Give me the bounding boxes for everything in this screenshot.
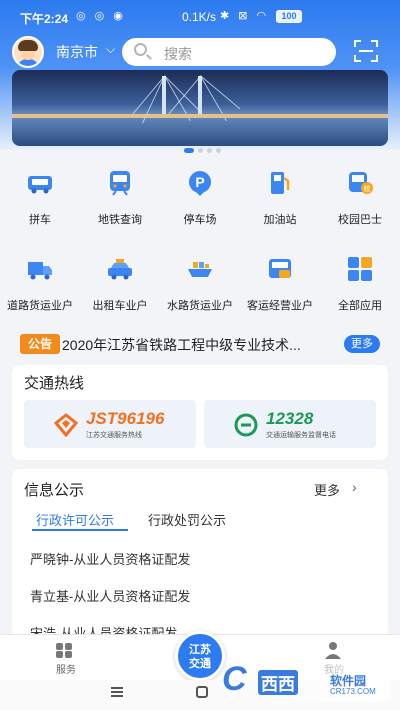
watermark-brand: 西西 xyxy=(258,670,298,695)
notice-more-button[interactable]: 更多 xyxy=(344,335,380,353)
service-label: 全部应用 xyxy=(338,300,382,312)
hotline-number: 12328 xyxy=(266,409,314,428)
parking-icon: P xyxy=(189,171,211,196)
carousel-indicator xyxy=(184,148,224,154)
search-input[interactable]: 搜索 xyxy=(122,38,336,66)
service-label: 道路货运业户 xyxy=(7,300,73,312)
service-label: 水路货运业户 xyxy=(167,300,233,312)
tab-admin-penalty[interactable]: 行政处罚公示 xyxy=(148,510,226,529)
status-time: 下午2:24 xyxy=(20,12,69,26)
service-all-apps[interactable]: 全部应用 xyxy=(320,246,400,316)
truck-icon xyxy=(28,262,52,280)
traffic-hotline-title: 交通热线 xyxy=(24,375,85,392)
status-bar: 下午2:24 ◎ ◎ ◉ 0.1K/s ✱ ⊠ ◠ 100 xyxy=(0,0,400,34)
svg-text:P: P xyxy=(195,174,204,190)
notice-tag: 公告 xyxy=(20,334,60,354)
city-selector[interactable]: 南京市 xyxy=(56,42,98,62)
cargo-ship-icon xyxy=(188,262,212,277)
all-apps-icon xyxy=(348,257,372,281)
notification-icons: ◎ ◎ ◉ xyxy=(76,10,126,22)
hotline-number: JST96196 xyxy=(86,409,165,428)
car-icon xyxy=(28,176,52,194)
service-label: 拼车 xyxy=(29,214,51,226)
gas-station-icon xyxy=(271,172,290,194)
tab-admin-license[interactable]: 行政许可公示 xyxy=(36,510,114,529)
hotline-jst96196[interactable]: JST96196 江苏交通服务热线 xyxy=(24,400,196,448)
transport-supervision-logo-icon xyxy=(234,413,258,437)
service-label: 校园巴士 xyxy=(338,214,382,226)
taxi-icon xyxy=(108,259,132,280)
hotline-subtitle: 江苏交通服务热线 xyxy=(86,432,142,439)
hotline-subtitle: 交通运输服务监督电话 xyxy=(266,432,336,439)
notice-text[interactable]: 2020年江苏省铁路工程中级专业技术... xyxy=(62,335,301,355)
service-taxi[interactable]: 出租车业户 xyxy=(80,246,160,316)
list-item[interactable]: 青立基-从业人员资格证配发 xyxy=(30,586,190,605)
services-grid-icon[interactable] xyxy=(56,643,74,659)
avatar[interactable] xyxy=(12,36,44,68)
service-gas-station[interactable]: 加油站 xyxy=(240,160,320,230)
info-disclosure-card: 信息公示 更多 › 行政许可公示 行政处罚公示 严晓钟-从业人员资格证配发 青立… xyxy=(12,469,388,641)
service-carpool[interactable]: 拼车 xyxy=(0,160,80,230)
user-icon[interactable] xyxy=(324,641,342,659)
battery-icon: 100 xyxy=(276,10,302,23)
banner-carousel[interactable] xyxy=(12,70,388,146)
signal-wifi-icons: ✱ ⊠ ◠ xyxy=(220,10,270,22)
watermark-site: CR173.COM xyxy=(330,687,376,696)
service-label: 客运经营业户 xyxy=(247,300,313,312)
metro-icon xyxy=(110,171,130,196)
active-tab-underline xyxy=(32,529,128,531)
service-water-freight[interactable]: 水路货运业户 xyxy=(160,246,240,316)
scan-icon[interactable] xyxy=(354,40,378,62)
search-icon xyxy=(134,43,147,56)
menu-icon[interactable] xyxy=(111,687,123,697)
service-label: 停车场 xyxy=(183,214,217,226)
chevron-right-icon[interactable]: › xyxy=(352,479,357,495)
service-label: 加油站 xyxy=(263,214,297,226)
watermark-logo: C 西西 软件园 CR173.COM xyxy=(218,660,390,702)
passenger-transport-icon xyxy=(269,259,291,278)
service-parking[interactable]: P 停车场 xyxy=(160,160,240,230)
watermark-c-logo: C xyxy=(222,660,247,698)
service-label: 地铁查询 xyxy=(98,214,142,226)
service-passenger-transport[interactable]: 客运经营业户 xyxy=(240,246,320,316)
service-road-freight[interactable]: 道路货运业户 xyxy=(0,246,80,316)
info-more-link[interactable]: 更多 xyxy=(314,480,340,499)
svg-text:校: 校 xyxy=(364,184,371,193)
network-speed: 0.1K/s xyxy=(182,10,217,24)
tab-services[interactable]: 服务 xyxy=(56,661,76,676)
search-placeholder: 搜索 xyxy=(164,46,192,62)
hotline-12328[interactable]: 12328 交通运输服务监督电话 xyxy=(204,400,376,448)
list-item[interactable]: 严晓钟-从业人员资格证配发 xyxy=(30,549,190,568)
service-metro[interactable]: 地铁查询 xyxy=(80,160,160,230)
jiangsu-transport-logo-icon xyxy=(54,413,78,437)
home-button-label: 江苏 交通 xyxy=(189,643,211,670)
home-icon[interactable] xyxy=(196,686,208,698)
traffic-hotline-card: 交通热线 JST96196 江苏交通服务热线 12328 交通运输服务监督电话 xyxy=(12,365,388,460)
notice-bar[interactable]: 公告 2020年江苏省铁路工程中级专业技术... 更多 xyxy=(12,331,388,357)
chevron-down-icon[interactable]: ⌵ xyxy=(106,42,115,57)
school-bus-icon: 校 xyxy=(349,172,373,194)
service-school-bus[interactable]: 校 校园巴士 xyxy=(320,160,400,230)
top-header: 南京市 ⌵ 搜索 xyxy=(0,34,400,68)
info-title: 信息公示 xyxy=(24,482,85,499)
service-label: 出租车业户 xyxy=(92,300,148,312)
